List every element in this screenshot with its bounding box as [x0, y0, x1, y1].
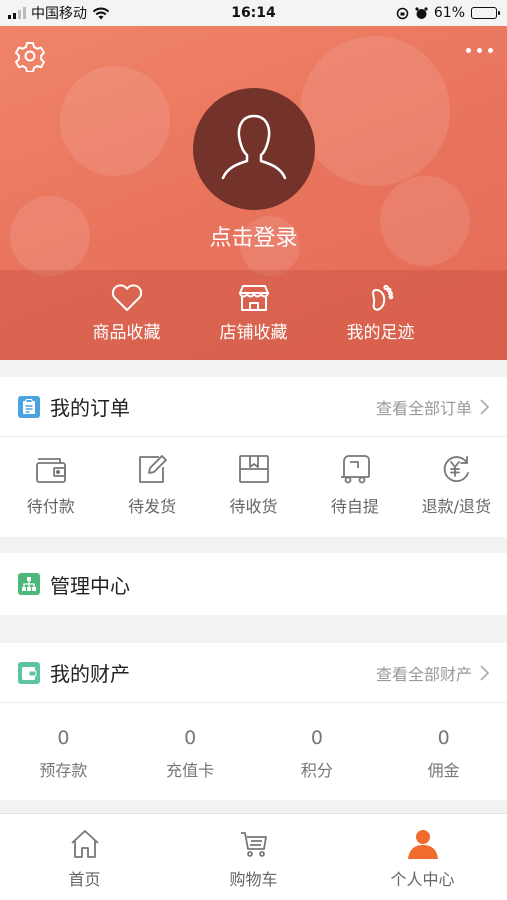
header-decoration [60, 66, 170, 176]
assets-card: 我的财产 查看全部财产 0 预存款 0 充值卡 0 积分 0 佣金 [0, 643, 507, 800]
settings-button[interactable] [14, 40, 46, 73]
tab-profile[interactable]: 个人中心 [338, 814, 507, 900]
more-button[interactable] [466, 48, 493, 53]
quick-link-footprints[interactable]: 我的足迹 [317, 270, 444, 360]
quick-link-favorite-goods[interactable]: 商品收藏 [63, 270, 190, 360]
battery-icon [471, 7, 500, 19]
view-all-orders-link[interactable]: 查看全部订单 [376, 395, 489, 419]
order-status-row: 待付款 待发货 待收货 待自提 退款/退货 [0, 437, 507, 535]
store-icon [238, 285, 269, 311]
quick-link-label: 我的足迹 [346, 323, 415, 343]
battery-percent: 61% [433, 5, 465, 21]
asset-label: 佣金 [427, 761, 460, 780]
wallet-icon [35, 458, 66, 483]
assets-title: 我的财产 [50, 662, 130, 686]
package-icon [238, 455, 269, 483]
asset-label: 积分 [300, 761, 333, 780]
order-label: 待付款 [26, 497, 75, 516]
gear-icon [15, 42, 45, 73]
tab-cart[interactable]: 购物车 [169, 814, 338, 900]
person-icon [407, 830, 438, 859]
heart-icon [111, 284, 142, 311]
chevron-right-icon [480, 664, 489, 681]
order-pending-payment[interactable]: 待付款 [0, 437, 101, 535]
bottom-tab-bar: 首页 购物车 个人中心 [0, 813, 507, 900]
asset-points[interactable]: 0 积分 [254, 703, 381, 798]
order-refund-return[interactable]: 退款/退货 [406, 437, 507, 535]
quick-link-favorite-stores[interactable]: 店铺收藏 [190, 270, 317, 360]
tab-label: 首页 [68, 870, 101, 889]
quick-links-bar: 商品收藏 店铺收藏 我的足迹 [0, 270, 507, 360]
refund-icon [444, 456, 470, 482]
order-label: 待发货 [128, 497, 177, 516]
orientation-lock-icon [396, 7, 409, 19]
asset-recharge-card[interactable]: 0 充值卡 [127, 703, 254, 798]
header-decoration [300, 36, 450, 186]
avatar[interactable] [193, 88, 315, 210]
footprint-icon [371, 284, 393, 311]
management-card[interactable]: 管理中心 [0, 553, 507, 615]
orders-header: 我的订单 查看全部订单 [0, 377, 507, 437]
wallet-small-icon [18, 661, 40, 684]
asset-value: 0 [310, 727, 323, 749]
management-title: 管理中心 [50, 573, 130, 598]
asset-prepaid-deposit[interactable]: 0 预存款 [0, 703, 127, 798]
status-right: 61% [396, 5, 500, 21]
order-label: 退款/退货 [421, 497, 492, 516]
status-bar: 中国移动 16:14 61% [0, 0, 507, 26]
clipboard-icon [18, 395, 40, 418]
home-icon [70, 830, 99, 858]
assets-header: 我的财产 查看全部财产 [0, 643, 507, 703]
profile-header: 点击登录 商品收藏 店铺收藏 我的足迹 [0, 26, 507, 360]
tab-label: 购物车 [229, 870, 278, 889]
login-link[interactable]: 点击登录 [0, 220, 507, 252]
view-all-orders-label: 查看全部订单 [375, 398, 472, 418]
view-all-assets-label: 查看全部财产 [375, 664, 472, 684]
orders-card: 我的订单 查看全部订单 待付款 待发货 待收货 待自提 退款/退货 [0, 377, 507, 537]
tab-home[interactable]: 首页 [0, 814, 169, 900]
asset-label: 充值卡 [166, 761, 215, 780]
asset-value: 0 [437, 727, 450, 749]
user-silhouette-icon [221, 114, 287, 180]
asset-label: 预存款 [39, 761, 88, 780]
management-header: 管理中心 [0, 553, 507, 615]
order-label: 待自提 [330, 497, 379, 516]
view-all-assets-link[interactable]: 查看全部财产 [376, 661, 489, 685]
quick-link-label: 商品收藏 [92, 323, 161, 343]
order-pending-shipment[interactable]: 待发货 [101, 437, 202, 535]
truck-icon [340, 455, 370, 484]
order-pending-receipt[interactable]: 待收货 [203, 437, 304, 535]
alarm-icon [415, 6, 428, 19]
order-label: 待收货 [229, 497, 278, 516]
asset-value: 0 [57, 727, 70, 749]
asset-commission[interactable]: 0 佣金 [380, 703, 507, 798]
tab-label: 个人中心 [390, 870, 455, 889]
org-chart-icon [18, 573, 40, 595]
order-pending-pickup[interactable]: 待自提 [304, 437, 405, 535]
asset-value: 0 [184, 727, 197, 749]
assets-row: 0 预存款 0 充值卡 0 积分 0 佣金 [0, 703, 507, 798]
quick-link-label: 店铺收藏 [219, 323, 288, 343]
cart-icon [240, 832, 267, 857]
chevron-right-icon [480, 398, 489, 415]
orders-title: 我的订单 [50, 396, 130, 420]
edit-icon [139, 455, 168, 483]
